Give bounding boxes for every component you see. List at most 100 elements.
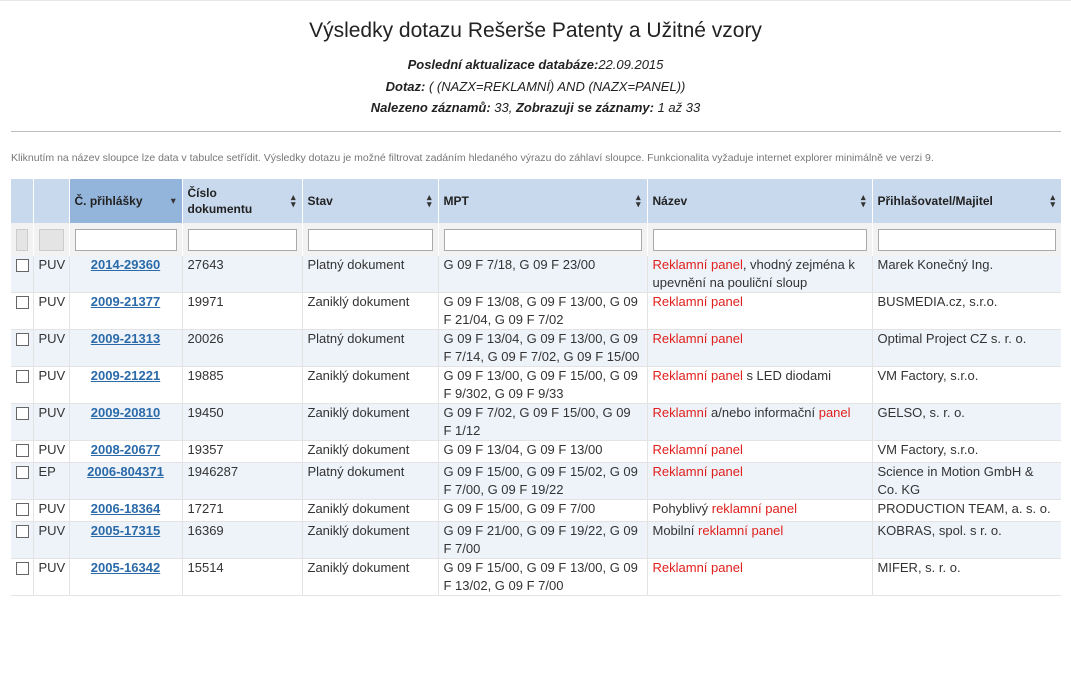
header-doc-no-label: Číslo dokumentu bbox=[187, 186, 253, 216]
row-type: PUV bbox=[38, 294, 66, 309]
select-cell bbox=[11, 462, 34, 500]
select-cell bbox=[11, 558, 34, 596]
application-number-link[interactable]: 2009-21221 bbox=[75, 367, 177, 385]
doc-no-cell: 19450 bbox=[182, 403, 303, 441]
status-cell: Zaniklý dokument bbox=[302, 521, 439, 559]
row-checkbox[interactable] bbox=[16, 562, 29, 575]
filter-app-no-input[interactable] bbox=[74, 228, 177, 251]
db-update-label: Poslední aktualizace databáze: bbox=[407, 57, 599, 72]
select-cell bbox=[11, 256, 34, 293]
doc-no-cell: 17271 bbox=[182, 499, 303, 522]
divider bbox=[11, 131, 1061, 132]
ipc-cell: G 09 F 13/08, G 09 F 13/00, G 09 F 21/04… bbox=[438, 292, 648, 330]
document-status: Zaniklý dokument bbox=[307, 523, 410, 538]
top-border bbox=[0, 0, 1071, 1]
owner-cell: VM Factory, s.r.o. bbox=[872, 366, 1061, 404]
type-cell: PUV bbox=[33, 329, 70, 367]
app-no-cell: 2009-20810 bbox=[69, 403, 183, 441]
document-number: 19357 bbox=[187, 442, 224, 457]
header-name[interactable]: Název ▴ ▾ bbox=[647, 179, 873, 223]
ipc-classes: G 09 F 7/18, G 09 F 23/00 bbox=[443, 257, 596, 272]
filter-cell-select bbox=[11, 223, 34, 256]
document-status: Platný dokument bbox=[307, 331, 405, 346]
name-cell: Reklamní panel bbox=[647, 462, 873, 500]
document-status: Zaniklý dokument bbox=[307, 501, 410, 516]
application-number-link[interactable]: 2005-16342 bbox=[75, 559, 177, 577]
row-checkbox[interactable] bbox=[16, 370, 29, 383]
row-checkbox[interactable] bbox=[16, 259, 29, 272]
ipc-cell: G 09 F 13/04, G 09 F 13/00, G 09 F 7/14,… bbox=[438, 329, 648, 367]
ipc-cell: G 09 F 15/00, G 09 F 7/00 bbox=[438, 499, 648, 522]
row-checkbox[interactable] bbox=[16, 333, 29, 346]
row-checkbox[interactable] bbox=[16, 296, 29, 309]
filter-cell bbox=[302, 223, 439, 256]
app-no-cell: 2009-21313 bbox=[69, 329, 183, 367]
status-cell: Zaniklý dokument bbox=[302, 292, 439, 330]
filter-ipc-input[interactable] bbox=[443, 228, 642, 251]
status-cell: Zaniklý dokument bbox=[302, 440, 439, 463]
row-checkbox[interactable] bbox=[16, 466, 29, 479]
document-number: 15514 bbox=[187, 560, 224, 575]
filter-owner-input[interactable] bbox=[877, 228, 1056, 251]
row-checkbox[interactable] bbox=[16, 503, 29, 516]
row-type: PUV bbox=[38, 331, 66, 346]
app-no-cell: 2014-29360 bbox=[69, 256, 183, 293]
page-title: Výsledky dotazu Rešerše Patenty a Užitné… bbox=[309, 19, 762, 42]
row-checkbox[interactable] bbox=[16, 444, 29, 457]
highlighted-term: Reklamní panel bbox=[652, 331, 743, 346]
select-cell bbox=[11, 329, 34, 367]
filter-status-input[interactable] bbox=[307, 228, 433, 251]
application-number-link[interactable]: 2009-21377 bbox=[75, 293, 177, 311]
type-cell: PUV bbox=[33, 558, 70, 596]
row-type: PUV bbox=[38, 368, 66, 383]
filter-doc-no-input[interactable] bbox=[187, 228, 297, 251]
owner-cell: Science in Motion GmbH & Co. KG bbox=[872, 462, 1061, 500]
filter-name-input[interactable] bbox=[652, 228, 867, 251]
application-number-link[interactable]: 2006-804371 bbox=[75, 463, 177, 481]
row-type: PUV bbox=[38, 501, 66, 516]
document-status: Platný dokument bbox=[307, 257, 405, 272]
application-number-link[interactable]: 2006-18364 bbox=[75, 500, 177, 518]
header-ipc-label: MPT bbox=[443, 194, 469, 208]
application-number-link[interactable]: 2005-17315 bbox=[75, 522, 177, 540]
highlighted-term: Reklamní panel bbox=[652, 368, 743, 383]
document-number: 19450 bbox=[187, 405, 224, 420]
status-cell: Zaniklý dokument bbox=[302, 558, 439, 596]
table-row: PUV 2009-21221 19885 Zaniklý dokument G 09 F… bbox=[11, 366, 1061, 404]
row-checkbox[interactable] bbox=[16, 525, 29, 538]
owner-name: Optimal Project CZ s. r. o. bbox=[877, 331, 1027, 346]
application-number-link[interactable]: 2009-20810 bbox=[75, 404, 177, 422]
application-number-link[interactable]: 2014-29360 bbox=[75, 256, 177, 274]
app-no-cell: 2006-18364 bbox=[69, 499, 183, 522]
application-number-link[interactable]: 2008-20677 bbox=[75, 441, 177, 459]
select-cell bbox=[11, 292, 34, 330]
sort-icon: ▴ ▾ bbox=[860, 192, 866, 209]
sort-icon: ▴ ▾ bbox=[635, 192, 641, 209]
header-ipc[interactable]: MPT ▴ ▾ bbox=[438, 179, 648, 223]
select-cell bbox=[11, 440, 34, 463]
header-doc-no[interactable]: Číslo dokumentu ▴ ▾ bbox=[182, 179, 303, 223]
header-app-no[interactable]: Č. přihlášky ▾ bbox=[69, 179, 183, 223]
header-owner[interactable]: Přihlašovatel/Majitel ▴ ▾ bbox=[872, 179, 1061, 223]
app-no-cell: 2006-804371 bbox=[69, 462, 183, 500]
filter-cell bbox=[647, 223, 873, 256]
sort-icon: ▴ ▾ bbox=[426, 192, 432, 209]
highlighted-term: Reklamní panel bbox=[652, 442, 743, 457]
table-row: PUV 2005-17315 16369 Zaniklý dokument G 09 F… bbox=[11, 521, 1061, 559]
help-note: Kliknutím na název sloupce lze data v ta… bbox=[11, 152, 934, 164]
header-row: Č. přihlášky ▾ Číslo dokumentu ▴ ▾ Stav ▴ ▾ M… bbox=[11, 179, 1061, 223]
ipc-classes: G 09 F 13/04, G 09 F 13/00, G 09 F 7/14,… bbox=[443, 331, 640, 364]
row-checkbox[interactable] bbox=[16, 407, 29, 420]
results-body: PUV 2014-29360 27643 Platný dokument G 09 F … bbox=[11, 256, 1061, 596]
header-status[interactable]: Stav ▴ ▾ bbox=[302, 179, 439, 223]
filter-cell-type bbox=[33, 223, 70, 256]
results-table: Č. přihlášky ▾ Číslo dokumentu ▴ ▾ Stav ▴ ▾ M… bbox=[11, 179, 1061, 596]
header-app-no-label: Č. přihlášky bbox=[74, 194, 143, 208]
type-cell: EP bbox=[33, 462, 70, 500]
application-number-link[interactable]: 2009-21313 bbox=[75, 330, 177, 348]
header-owner-label: Přihlašovatel/Majitel bbox=[877, 194, 993, 208]
doc-no-cell: 15514 bbox=[182, 558, 303, 596]
highlighted-term: reklamní panel bbox=[711, 501, 798, 516]
owner-cell: MIFER, s. r. o. bbox=[872, 558, 1061, 596]
found-value: 33, bbox=[490, 100, 516, 115]
